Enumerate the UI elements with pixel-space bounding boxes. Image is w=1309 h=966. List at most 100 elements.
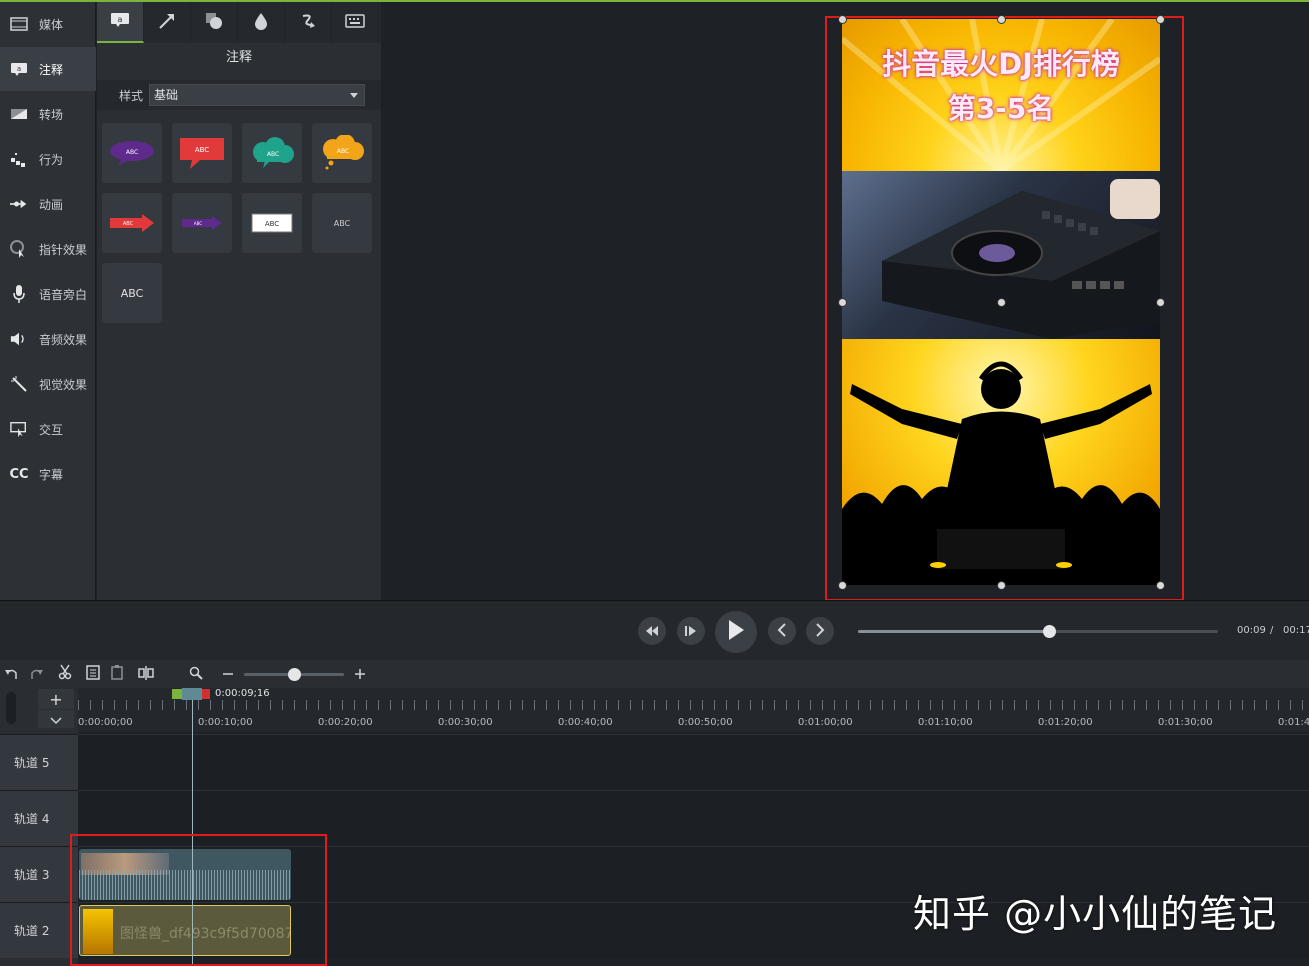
resize-handle-bottom-left[interactable] [838, 581, 847, 590]
redo-button[interactable] [28, 665, 46, 683]
panel-title: 注释 [225, 50, 252, 65]
nav-item-interactive[interactable]: 交互 [0, 407, 96, 451]
nav-label: 行为 [39, 152, 64, 167]
track-header-3[interactable]: 轨道 3 [0, 846, 78, 902]
track-label: 轨道 3 [14, 868, 50, 882]
tab-arrows-lines[interactable] [144, 2, 191, 43]
resize-handle-middle-right[interactable] [1156, 298, 1165, 307]
nav-item-annotation[interactable]: a 注释 [0, 47, 96, 91]
nav-item-audio-effects[interactable]: 音频效果 [0, 317, 96, 361]
zoom-search-button[interactable] [187, 665, 205, 683]
nav-item-animation[interactable]: 动画 [0, 182, 96, 226]
callout-plain-text[interactable]: ABC [102, 263, 162, 323]
ruler-label: 0:00:40;00 [558, 717, 613, 728]
cut-button[interactable] [56, 664, 74, 683]
ruler-label: 0:00:20;00 [318, 717, 373, 728]
resize-handle-bottom-middle[interactable] [997, 581, 1006, 590]
microphone-icon [10, 285, 28, 303]
zoom-out-button[interactable] [219, 665, 237, 683]
chevron-left-icon [777, 622, 787, 641]
undo-button[interactable] [2, 665, 20, 683]
step-forward-button[interactable] [677, 617, 705, 645]
svg-text:a: a [118, 15, 123, 24]
previous-marker-button[interactable] [768, 617, 796, 645]
ruler-label: 0:00:00;00 [78, 717, 133, 728]
collapse-tracks-button[interactable] [38, 710, 74, 728]
tab-sketch-motion[interactable] [285, 2, 332, 43]
track-header-5[interactable]: 轨道 5 [0, 734, 78, 790]
zoom-slider[interactable] [244, 668, 344, 681]
style-dropdown[interactable]: 基础 [149, 84, 365, 106]
zoom-in-button[interactable] [351, 665, 369, 683]
style-row: 样式 基础 [97, 80, 381, 110]
track-height-slider[interactable] [6, 692, 16, 724]
timeline-ruler[interactable]: 0:00:09;16 0:00:00;00 0:00:10;00 0:00:20… [78, 688, 1309, 732]
step-forward-icon [684, 622, 698, 641]
time-separator: / [1270, 625, 1274, 636]
nav-item-transition[interactable]: 转场 [0, 92, 96, 136]
nav-item-media[interactable]: 媒体 [0, 2, 96, 46]
playback-scrubber[interactable] [858, 625, 1218, 638]
tab-blur-highlight[interactable] [238, 2, 285, 43]
play-button[interactable] [715, 611, 757, 653]
ruler-label: 0:00:50;00 [678, 717, 733, 728]
nav-label: 媒体 [39, 17, 64, 32]
nav-item-captions[interactable]: CC 字幕 [0, 452, 96, 496]
step-back-button[interactable] [638, 617, 666, 645]
nav-item-visual-effects[interactable]: 视觉效果 [0, 362, 96, 406]
nav-label: 字幕 [39, 467, 64, 482]
split-button[interactable] [137, 665, 155, 683]
callout-red-rectangle-bubble[interactable]: ABC [172, 123, 232, 183]
cursor-effect-icon [10, 240, 28, 258]
next-marker-button[interactable] [806, 617, 834, 645]
tab-shapes[interactable] [191, 2, 238, 43]
timeline-toolbar [0, 660, 1309, 688]
search-icon [189, 665, 203, 684]
plus-icon: + [49, 689, 63, 709]
zoom-slider-knob[interactable] [288, 668, 301, 681]
nav-label: 语音旁白 [39, 287, 88, 302]
current-time: 00:09 [1237, 625, 1266, 636]
callout-purple-speech-bubble[interactable]: ABC [102, 123, 162, 183]
nav-item-voice-narration[interactable]: 语音旁白 [0, 272, 96, 316]
chevron-down-icon [350, 93, 358, 98]
callout-plain-text-small[interactable]: ABC [312, 193, 372, 253]
callout-purple-arrow[interactable]: ABC [172, 193, 232, 253]
track-header-2[interactable]: 轨道 2 [0, 902, 78, 958]
nav-item-cursor-effects[interactable]: 指针效果 [0, 227, 96, 271]
callout-text: ABC [126, 149, 138, 156]
playhead-handle[interactable] [182, 688, 202, 700]
callout-white-box[interactable]: ABC [242, 193, 302, 253]
resize-handle-top-left[interactable] [838, 15, 847, 24]
callout-text: ABC [194, 221, 202, 226]
left-tool-nav: 媒体 a 注释 转场 行为 动画 指针效果 语音旁白 音频效果 视觉效果 交互 … [0, 2, 96, 600]
clips-highlight-frame [70, 834, 327, 966]
tab-callouts[interactable]: a [97, 2, 144, 43]
copy-button[interactable] [84, 665, 102, 683]
resize-handle-bottom-right[interactable] [1156, 581, 1165, 590]
rewind-icon [645, 622, 659, 641]
chevron-right-icon [815, 622, 825, 641]
cc-glyph: CC [9, 466, 29, 482]
resize-handle-top-middle[interactable] [997, 15, 1006, 24]
playhead-in-marker[interactable] [172, 689, 182, 699]
behavior-icon [10, 150, 28, 168]
ruler-label: 0:01:40 [1278, 717, 1309, 728]
resize-handle-center[interactable] [997, 298, 1006, 307]
resize-handle-top-right[interactable] [1156, 15, 1165, 24]
scrubber-knob[interactable] [1042, 625, 1056, 638]
magic-wand-icon [10, 375, 28, 393]
callout-teal-cloud[interactable]: ABC [242, 123, 302, 183]
playhead-out-marker[interactable] [202, 689, 210, 699]
add-track-button[interactable]: + [38, 689, 74, 709]
resize-handle-middle-left[interactable] [838, 298, 847, 307]
track-5[interactable] [78, 734, 1309, 790]
track-label: 轨道 2 [14, 924, 50, 938]
split-icon [138, 665, 154, 684]
paste-button[interactable] [109, 665, 127, 683]
tab-keystroke[interactable] [332, 2, 379, 43]
track-header-4[interactable]: 轨道 4 [0, 790, 78, 846]
nav-item-behavior[interactable]: 行为 [0, 137, 96, 181]
callout-orange-thought-cloud[interactable]: ABC [312, 123, 372, 183]
callout-red-arrow[interactable]: ABC [102, 193, 162, 253]
